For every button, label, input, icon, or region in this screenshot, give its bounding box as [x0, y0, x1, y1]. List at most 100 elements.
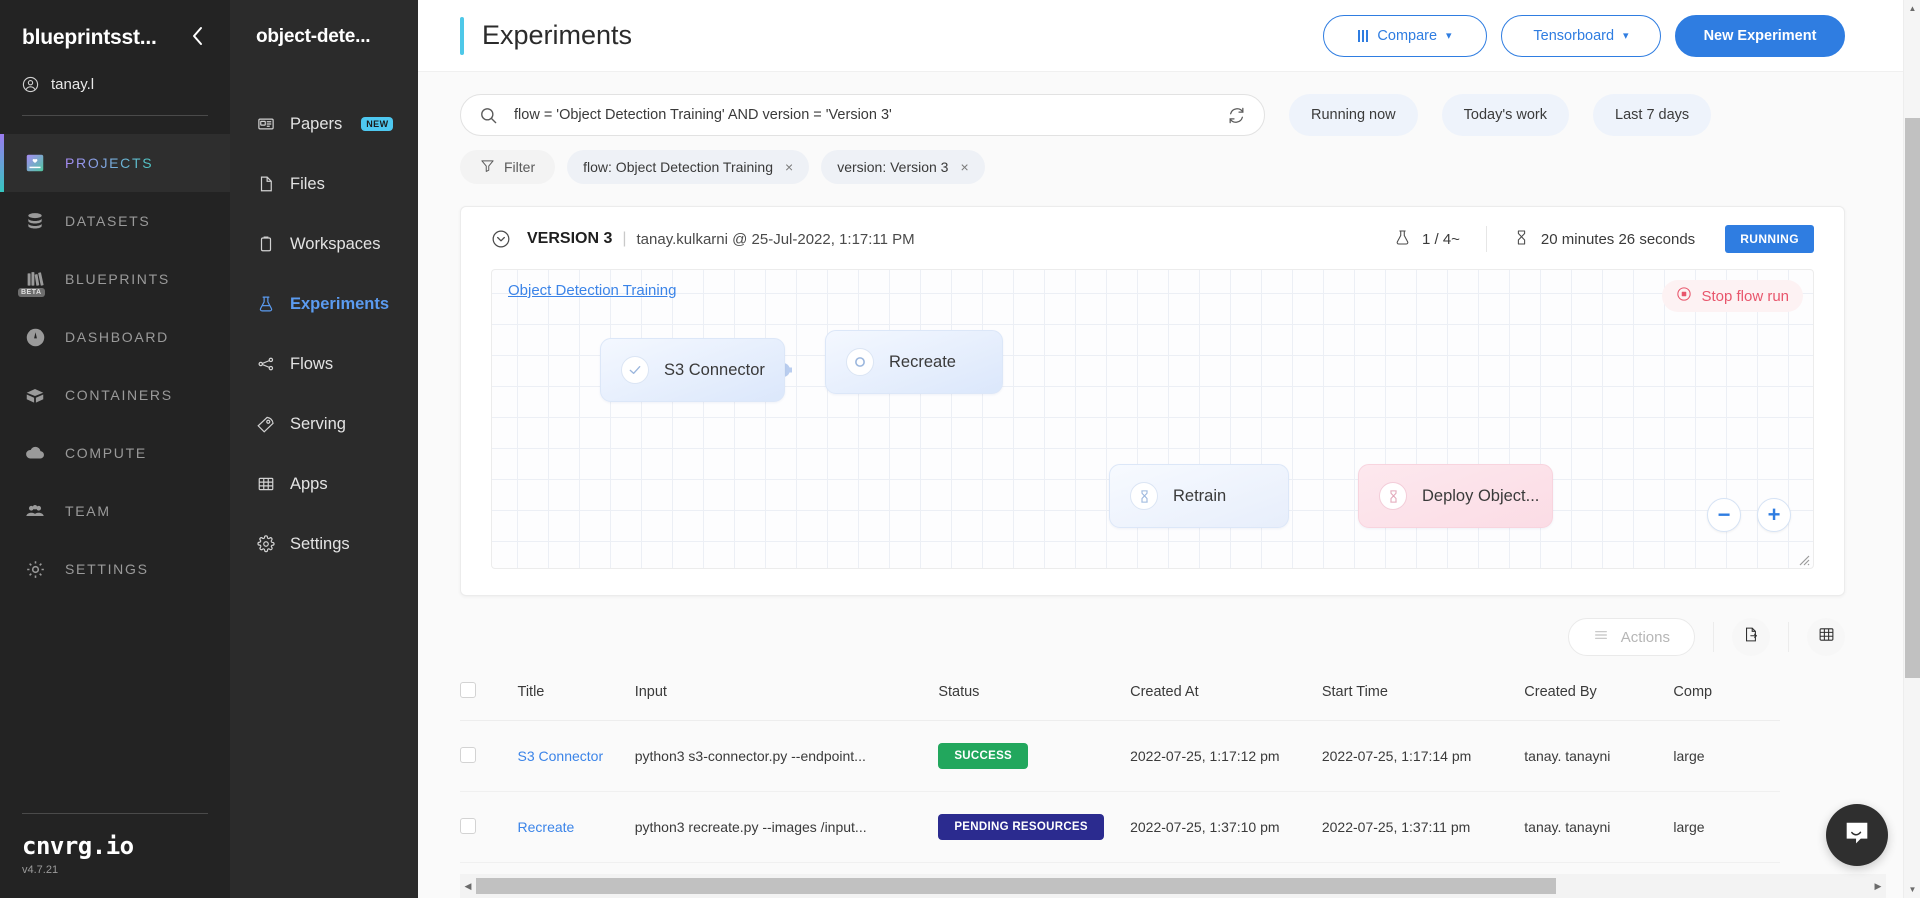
subnav-item-workspaces[interactable]: Workspaces	[230, 214, 418, 274]
search-input[interactable]	[514, 107, 1227, 123]
vscroll-thumb[interactable]	[1905, 118, 1920, 678]
hscroll-thumb[interactable]	[476, 878, 1556, 894]
subnav-item-files[interactable]: Files	[230, 154, 418, 214]
column-created-by[interactable]: Created By	[1524, 670, 1674, 721]
close-icon[interactable]: ×	[785, 159, 793, 175]
scroll-right-arrow[interactable]: ▶	[1870, 881, 1886, 892]
scroll-left-arrow[interactable]: ◀	[460, 881, 476, 892]
version-card: VERSION 3 | tanay.kulkarni @ 25-Jul-2022…	[460, 206, 1845, 596]
actions-button[interactable]: Actions	[1567, 618, 1695, 656]
toolbar-divider	[1788, 622, 1789, 652]
version-name: VERSION 3	[527, 230, 613, 247]
column-start-time[interactable]: Start Time	[1321, 670, 1525, 721]
subnav-item-papers[interactable]: Papers NEW	[230, 94, 418, 154]
chevron-down-circle-icon[interactable]	[491, 229, 511, 249]
row-start-time: 2022-07-25, 1:37:11 pm	[1321, 791, 1525, 863]
scroll-down-arrow[interactable]: ▼	[1904, 881, 1920, 898]
zoom-in-button[interactable]: +	[1757, 498, 1791, 532]
status-badge: RUNNING	[1725, 225, 1814, 253]
flow-node-label: Recreate	[889, 352, 956, 371]
stop-flow-run-button[interactable]: Stop flow run	[1662, 280, 1803, 312]
flow-title-link[interactable]: Object Detection Training	[508, 282, 676, 299]
columns-button[interactable]	[1807, 618, 1845, 656]
sidebar-item-containers[interactable]: CONTAINERS	[0, 366, 230, 424]
people-icon	[22, 498, 48, 524]
column-created-at[interactable]: Created At	[1130, 670, 1322, 721]
current-user[interactable]: tanay.l	[22, 76, 208, 116]
row-checkbox[interactable]	[460, 746, 476, 763]
filter-chip-flow[interactable]: flow: Object Detection Training ×	[567, 150, 810, 184]
subnav-item-flows[interactable]: Flows	[230, 334, 418, 394]
subnav-item-experiments[interactable]: Experiments	[230, 274, 418, 334]
page-vertical-scrollbar[interactable]: ▲ ▼	[1903, 0, 1920, 898]
row-checkbox[interactable]	[460, 817, 476, 834]
sidebar-item-dashboard[interactable]: DASHBOARD	[0, 308, 230, 366]
flow-node-retrain[interactable]: Retrain	[1109, 464, 1289, 528]
flow-canvas[interactable]: Object Detection Training Stop flow run	[491, 269, 1814, 569]
intercom-chat-icon	[1842, 818, 1872, 853]
hourglass-icon	[1379, 482, 1407, 510]
filter-button[interactable]: Filter	[460, 150, 556, 184]
experiments-table: Title Input Status Created At Start Time…	[460, 670, 1780, 863]
flow-icon	[256, 355, 275, 374]
sidebar-header: blueprintsst... tanay.l	[0, 0, 230, 116]
sidebar-item-settings[interactable]: SETTINGS	[0, 540, 230, 598]
export-button[interactable]	[1732, 618, 1770, 656]
row-title[interactable]: S3 Connector	[517, 720, 635, 792]
quick-filter-todays-work[interactable]: Today's work	[1441, 94, 1570, 136]
status-badge: SUCCESS	[938, 743, 1029, 769]
row-title[interactable]: Recreate	[517, 791, 635, 863]
subnav-item-settings[interactable]: Settings	[230, 514, 418, 574]
column-status[interactable]: Status	[938, 670, 1131, 721]
scroll-up-arrow[interactable]: ▲	[1904, 0, 1920, 17]
running-circle-icon	[846, 348, 874, 376]
quick-filter-running-now[interactable]: Running now	[1289, 94, 1418, 136]
hscroll-track[interactable]	[476, 878, 1870, 894]
search-row: Running now Today's work Last 7 days	[418, 72, 1903, 136]
chevron-down-icon: ▾	[1623, 30, 1629, 42]
subnav-item-apps[interactable]: Apps	[230, 454, 418, 514]
cnvrg-logo: cnvrg.io	[22, 832, 134, 860]
sidebar-footer: cnvrg.io v4.7.21	[0, 813, 230, 898]
quick-filter-last-7-days[interactable]: Last 7 days	[1593, 94, 1712, 136]
table-horizontal-scrollbar[interactable]: ◀ ▶	[460, 874, 1886, 898]
main-content: Experiments Compare ▾ Tensorboard ▾ New …	[418, 0, 1920, 898]
compare-button[interactable]: Compare ▾	[1323, 14, 1487, 57]
sidebar-collapse-icon[interactable]	[187, 26, 208, 50]
subnav-label-papers: Papers	[290, 114, 343, 133]
app-version: v4.7.21	[22, 864, 59, 876]
close-icon[interactable]: ×	[960, 159, 968, 175]
sidebar-item-team[interactable]: TEAM	[0, 482, 230, 540]
new-experiment-button[interactable]: New Experiment	[1675, 14, 1845, 57]
sidebar-item-compute[interactable]: COMPUTE	[0, 424, 230, 482]
actions-label: Actions	[1620, 628, 1670, 646]
subnav-item-serving[interactable]: Serving	[230, 394, 418, 454]
table-row[interactable]: S3 Connector python3 s3-connector.py --e…	[460, 720, 1780, 792]
table-row[interactable]: Recreate python3 recreate.py --images /i…	[460, 791, 1780, 863]
organization-name: blueprintsst...	[22, 26, 157, 49]
filter-label: Filter	[504, 159, 536, 175]
flow-node-label: S3 Connector	[664, 360, 765, 379]
sidebar-label-dashboard: DASHBOARD	[65, 329, 169, 345]
funnel-icon	[480, 158, 495, 176]
subnav-label-files: Files	[290, 174, 325, 193]
select-all-checkbox[interactable]	[460, 682, 476, 698]
intercom-chat-button[interactable]	[1826, 804, 1888, 866]
sidebar-label-projects: PROJECTS	[65, 155, 154, 171]
sidebar-item-blueprints[interactable]: BETA BLUEPRINTS	[0, 250, 230, 308]
filter-row: Filter flow: Object Detection Training ×…	[418, 136, 1903, 184]
tensorboard-button[interactable]: Tensorboard ▾	[1501, 14, 1661, 57]
column-input[interactable]: Input	[634, 670, 939, 721]
canvas-resize-grip[interactable]	[1798, 553, 1810, 566]
flow-node-deploy-object[interactable]: Deploy Object...	[1358, 464, 1553, 528]
sidebar-item-projects[interactable]: PROJECTS	[0, 134, 230, 192]
refresh-icon[interactable]	[1227, 106, 1246, 125]
flow-node-recreate[interactable]: Recreate	[825, 330, 1003, 394]
flow-node-s3-connector[interactable]: S3 Connector	[600, 338, 785, 402]
column-compute[interactable]: Comp	[1673, 670, 1780, 721]
sidebar-item-datasets[interactable]: DATASETS	[0, 192, 230, 250]
filter-chip-version[interactable]: version: Version 3 ×	[821, 150, 985, 184]
column-title[interactable]: Title	[517, 670, 635, 721]
zoom-out-button[interactable]: −	[1707, 498, 1741, 532]
search-box[interactable]	[460, 94, 1265, 136]
